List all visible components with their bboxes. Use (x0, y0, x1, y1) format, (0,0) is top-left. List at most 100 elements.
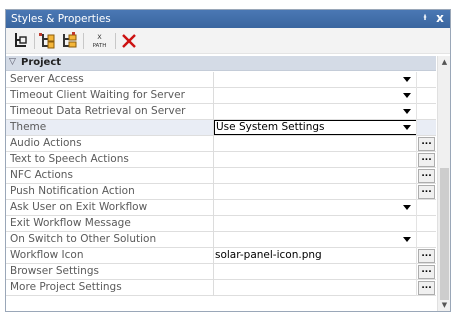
svg-text:PATH: PATH (93, 43, 107, 49)
column-divider[interactable] (213, 72, 214, 88)
property-row[interactable]: Text to Speech Actions... (6, 152, 436, 168)
column-divider[interactable] (213, 184, 214, 200)
column-divider (416, 88, 417, 104)
property-name: Workflow Icon (10, 249, 84, 261)
scroll-down-button[interactable]: ▼ (438, 299, 450, 311)
property-row[interactable]: Ask User on Exit Workflow (6, 200, 436, 216)
column-divider[interactable] (213, 104, 214, 120)
property-row[interactable]: Push Notification Action... (6, 184, 436, 200)
property-value[interactable] (215, 153, 415, 167)
property-name: Theme (10, 121, 47, 133)
column-divider[interactable] (213, 168, 214, 184)
property-value[interactable] (215, 185, 415, 199)
property-value[interactable] (215, 169, 415, 183)
column-divider (416, 152, 417, 168)
add-child-icon[interactable] (38, 32, 57, 50)
column-divider (416, 232, 417, 248)
column-divider[interactable] (213, 200, 214, 216)
column-divider (416, 280, 417, 296)
property-value[interactable] (215, 105, 415, 119)
property-row[interactable]: Server Access (6, 72, 436, 88)
property-value[interactable] (215, 73, 415, 87)
property-name: NFC Actions (10, 169, 73, 181)
chevron-down-icon[interactable] (400, 122, 414, 133)
property-value[interactable] (215, 265, 415, 279)
property-row[interactable]: Timeout Data Retrieval on Server (6, 104, 436, 120)
property-value[interactable] (215, 201, 415, 215)
column-divider[interactable] (213, 232, 214, 248)
column-divider[interactable] (213, 264, 214, 280)
toolbar-separator (34, 33, 35, 49)
toolbar: X PATH (6, 28, 450, 54)
property-row[interactable]: Audio Actions... (6, 136, 436, 152)
property-value[interactable] (215, 89, 415, 103)
column-divider (416, 120, 417, 136)
vertical-scrollbar[interactable]: ▲ ▼ (437, 56, 450, 311)
property-row[interactable]: Theme Use System Settings (6, 120, 436, 136)
tree-view-icon[interactable] (11, 32, 30, 50)
property-name: Ask User on Exit Workflow (10, 201, 148, 213)
add-sibling-icon[interactable] (60, 32, 79, 50)
column-divider (416, 216, 417, 232)
ellipsis-button[interactable]: ... (418, 185, 435, 199)
column-divider[interactable] (213, 216, 214, 232)
column-divider (416, 200, 417, 216)
property-row[interactable]: More Project Settings... (6, 280, 436, 296)
panel-titlebar: Styles & Properties ᵼ x (6, 10, 450, 28)
property-name: Timeout Data Retrieval on Server (10, 105, 186, 117)
category-header-project[interactable]: ▽ Project (6, 56, 436, 71)
property-name: More Project Settings (10, 281, 122, 293)
ellipsis-button[interactable]: ... (418, 169, 435, 183)
chevron-down-icon[interactable] (400, 234, 414, 245)
property-name: Text to Speech Actions (10, 153, 129, 165)
property-name: Exit Workflow Message (10, 217, 131, 229)
ellipsis-button[interactable]: ... (418, 265, 435, 279)
property-value[interactable] (215, 281, 415, 295)
column-divider (416, 168, 417, 184)
category-label: Project (21, 57, 62, 68)
ellipsis-button[interactable]: ... (418, 137, 435, 151)
property-row[interactable]: Exit Workflow Message (6, 216, 436, 232)
column-divider[interactable] (213, 152, 214, 168)
column-divider[interactable] (213, 280, 214, 296)
column-divider[interactable] (213, 88, 214, 104)
property-value[interactable] (215, 217, 415, 231)
property-value[interactable]: solar-panel-icon.png (215, 249, 415, 263)
property-value[interactable] (215, 233, 415, 247)
chevron-down-icon[interactable] (400, 74, 414, 85)
scroll-up-button[interactable]: ▲ (438, 56, 450, 69)
property-row[interactable]: On Switch to Other Solution (6, 232, 436, 248)
chevron-down-icon[interactable] (400, 90, 414, 101)
column-divider (416, 248, 417, 264)
pin-icon[interactable]: ᵼ (419, 12, 431, 25)
styles-properties-panel: Styles & Properties ᵼ x X PATH ▽ Project… (5, 9, 451, 312)
column-divider[interactable] (213, 136, 214, 152)
column-divider (416, 264, 417, 280)
property-value[interactable] (215, 137, 415, 151)
property-row[interactable]: Browser Settings... (6, 264, 436, 280)
column-divider (416, 104, 417, 120)
property-name: Push Notification Action (10, 185, 135, 197)
collapse-icon[interactable]: ▽ (9, 57, 16, 67)
property-name: Server Access (10, 73, 84, 85)
property-row[interactable]: Timeout Client Waiting for Server (6, 88, 436, 104)
chevron-down-icon[interactable] (400, 202, 414, 213)
theme-combobox[interactable]: Use System Settings (214, 120, 417, 135)
ellipsis-button[interactable]: ... (418, 153, 435, 167)
property-name: Browser Settings (10, 265, 99, 277)
property-row[interactable]: NFC Actions... (6, 168, 436, 184)
property-name: On Switch to Other Solution (10, 233, 157, 245)
column-divider (416, 184, 417, 200)
chevron-down-icon[interactable] (400, 106, 414, 117)
ellipsis-button[interactable]: ... (418, 281, 435, 295)
delete-icon[interactable] (120, 32, 139, 50)
scroll-thumb[interactable] (440, 168, 449, 300)
close-icon[interactable]: x (434, 11, 446, 25)
column-divider[interactable] (213, 248, 214, 264)
property-row[interactable]: Workflow Icon solar-panel-icon.png... (6, 248, 436, 264)
ellipsis-button[interactable]: ... (418, 249, 435, 263)
property-name: Timeout Client Waiting for Server (10, 89, 185, 101)
xpath-icon[interactable]: X PATH (90, 32, 109, 50)
property-grid: ▽ Project Server Access Timeout Client Wa… (6, 56, 436, 311)
property-value: Use System Settings (216, 121, 325, 133)
